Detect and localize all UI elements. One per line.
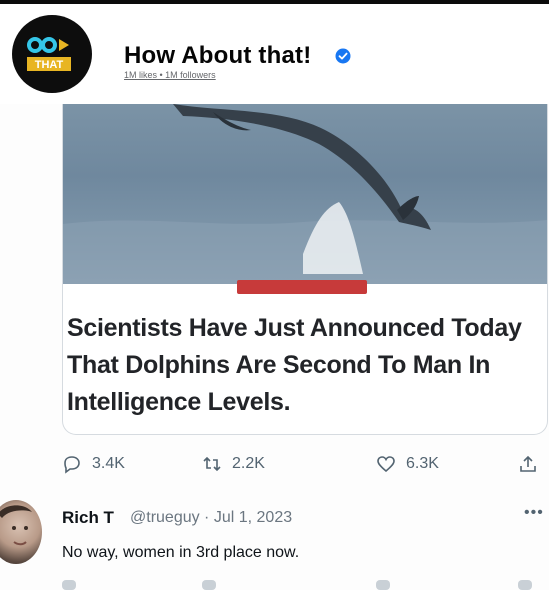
dolphin-photo <box>63 104 547 284</box>
reply-text: No way, women in 3rd place now. <box>62 544 300 561</box>
like-icon <box>377 456 395 473</box>
more-options-icon[interactable]: ••• <box>524 504 544 522</box>
retweet-action[interactable]: 2.2K <box>202 454 265 474</box>
avatar[interactable] <box>0 500 42 564</box>
reply-like-icon[interactable] <box>376 580 390 590</box>
reply-share-icon[interactable] <box>518 580 532 590</box>
reply-actions-cutoff <box>62 580 546 590</box>
page-logo[interactable]: THAT <box>12 15 92 93</box>
reply-count: 3.4K <box>92 455 125 472</box>
retweet-count: 2.2K <box>232 455 265 472</box>
article-headline: Scientists Have Just Announced Today Tha… <box>67 314 522 416</box>
reply-reply-icon[interactable] <box>62 580 76 590</box>
reply-icon <box>64 456 80 474</box>
verified-badge-icon <box>335 48 351 64</box>
page-header: THAT How About that! 1M likes • 1M follo… <box>0 4 549 104</box>
retweet-icon <box>203 456 221 472</box>
reply-action[interactable]: 3.4K <box>62 454 125 474</box>
reply-handle-date[interactable]: @trueguy · Jul 1, 2023 <box>130 509 292 527</box>
reply-author-name[interactable]: Rich T <box>62 508 114 528</box>
page-title[interactable]: How About that! <box>124 42 311 70</box>
reply-tweet[interactable]: Rich T @trueguy · Jul 1, 2023 ••• No way… <box>0 494 549 590</box>
page-stats[interactable]: 1M likes • 1M followers <box>124 70 216 80</box>
source-label <box>237 280 367 294</box>
post-image[interactable]: Scientists Have Just Announced Today Tha… <box>0 104 549 590</box>
article-card[interactable]: Scientists Have Just Announced Today Tha… <box>62 104 548 435</box>
tweet-actions: 3.4K 2.2K 6.3K <box>62 454 546 478</box>
reply-retweet-icon[interactable] <box>202 580 216 590</box>
like-count: 6.3K <box>406 455 439 472</box>
svg-text:THAT: THAT <box>35 59 64 71</box>
avatar-face-icon <box>0 505 32 546</box>
dolphin-illustration <box>63 104 547 284</box>
like-action[interactable]: 6.3K <box>376 454 439 474</box>
share-icon <box>520 455 536 472</box>
share-action[interactable] <box>518 454 538 474</box>
logo-icon: THAT <box>27 37 71 71</box>
